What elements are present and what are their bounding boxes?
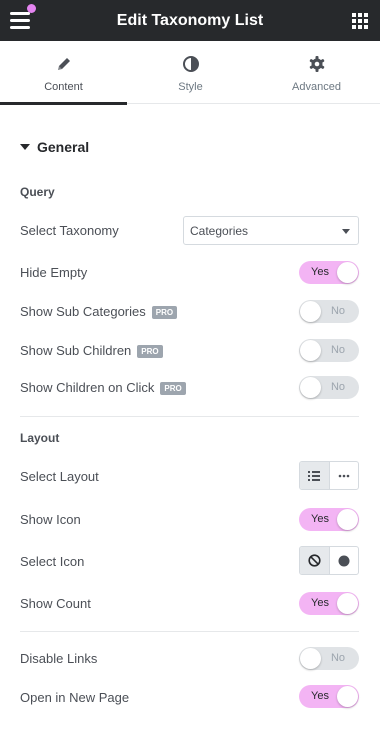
show-children-on-click-label: Show Children on Click PRO — [20, 380, 186, 395]
show-sub-children-label: Show Sub Children PRO — [20, 343, 163, 358]
toggle-knob — [337, 509, 358, 530]
show-icon-toggle[interactable]: Yes — [299, 508, 359, 531]
show-sub-categories-state: No — [330, 305, 345, 317]
disable-links-toggle[interactable]: No — [299, 647, 359, 670]
toggle-knob — [300, 377, 321, 398]
panel-tabs: Content Style Advanced — [0, 41, 380, 105]
tab-content-label: Content — [44, 81, 83, 93]
select-layout-label: Select Layout — [20, 469, 99, 484]
open-in-new-page-label: Open in New Page — [20, 690, 130, 705]
tab-style[interactable]: Style — [127, 41, 254, 104]
open-in-new-page-state: Yes — [311, 690, 329, 702]
dropdown-arrow-icon — [342, 229, 350, 234]
select-layout-choices — [299, 461, 359, 490]
toggle-knob — [300, 301, 321, 322]
show-children-on-click-state: No — [330, 381, 345, 393]
pro-badge: PRO — [151, 306, 178, 319]
divider — [20, 416, 359, 417]
hide-empty-toggle[interactable]: Yes — [299, 261, 359, 284]
tab-content[interactable]: Content — [0, 41, 127, 105]
widgets-grid-icon[interactable] — [352, 13, 368, 29]
show-sub-categories-text: Show Sub Categories — [20, 304, 146, 319]
select-taxonomy-dropdown[interactable]: Categories — [183, 216, 359, 245]
disable-links-label: Disable Links — [20, 651, 98, 666]
show-icon-state: Yes — [311, 513, 329, 525]
gear-icon — [309, 56, 324, 72]
show-children-on-click-toggle[interactable]: No — [299, 376, 359, 399]
show-sub-children-toggle[interactable]: No — [299, 339, 359, 362]
caret-down-icon — [20, 144, 30, 150]
ellipsis-icon — [338, 474, 350, 477]
select-icon-label: Select Icon — [20, 554, 85, 569]
tab-advanced-label: Advanced — [292, 81, 341, 93]
show-sub-categories-label: Show Sub Categories PRO — [20, 304, 178, 319]
layout-heading: Layout — [20, 431, 60, 445]
toggle-knob — [337, 686, 358, 707]
pro-badge: PRO — [160, 382, 186, 395]
editor-header: Edit Taxonomy List — [0, 0, 380, 41]
circle-icon — [338, 555, 350, 566]
icon-none-option[interactable] — [300, 547, 329, 574]
icon-dot-option[interactable] — [328, 547, 359, 574]
hide-empty-label: Hide Empty — [20, 265, 88, 280]
toggle-knob — [300, 340, 321, 361]
query-heading: Query — [20, 185, 55, 199]
pencil-icon — [57, 58, 70, 70]
page-title: Edit Taxonomy List — [116, 12, 264, 29]
layout-inline-option[interactable] — [328, 462, 359, 489]
show-count-label: Show Count — [20, 596, 91, 611]
show-icon-label: Show Icon — [20, 512, 81, 527]
show-sub-children-state: No — [330, 344, 345, 356]
half-circle-icon — [182, 56, 199, 72]
show-count-state: Yes — [311, 597, 329, 609]
toggle-knob — [337, 593, 358, 614]
show-sub-children-text: Show Sub Children — [20, 343, 132, 358]
ban-icon — [308, 554, 321, 567]
section-general-toggle[interactable]: General — [20, 139, 89, 155]
hide-empty-state: Yes — [311, 266, 329, 278]
toggle-knob — [337, 262, 358, 283]
list-icon — [308, 470, 321, 481]
divider — [20, 631, 359, 632]
show-count-toggle[interactable]: Yes — [299, 592, 359, 615]
show-sub-categories-toggle[interactable]: No — [299, 300, 359, 323]
disable-links-state: No — [330, 652, 345, 664]
tab-advanced[interactable]: Advanced — [253, 41, 380, 104]
select-taxonomy-value: Categories — [190, 224, 249, 238]
open-in-new-page-toggle[interactable]: Yes — [299, 685, 359, 708]
toggle-knob — [300, 648, 321, 669]
show-children-on-click-text: Show Children on Click — [20, 380, 155, 395]
layout-list-option[interactable] — [300, 462, 329, 489]
select-taxonomy-label: Select Taxonomy — [20, 223, 119, 238]
section-general-label: General — [37, 139, 90, 155]
pro-badge: PRO — [137, 345, 163, 358]
tab-style-label: Style — [178, 81, 203, 93]
select-icon-choices — [299, 546, 359, 575]
